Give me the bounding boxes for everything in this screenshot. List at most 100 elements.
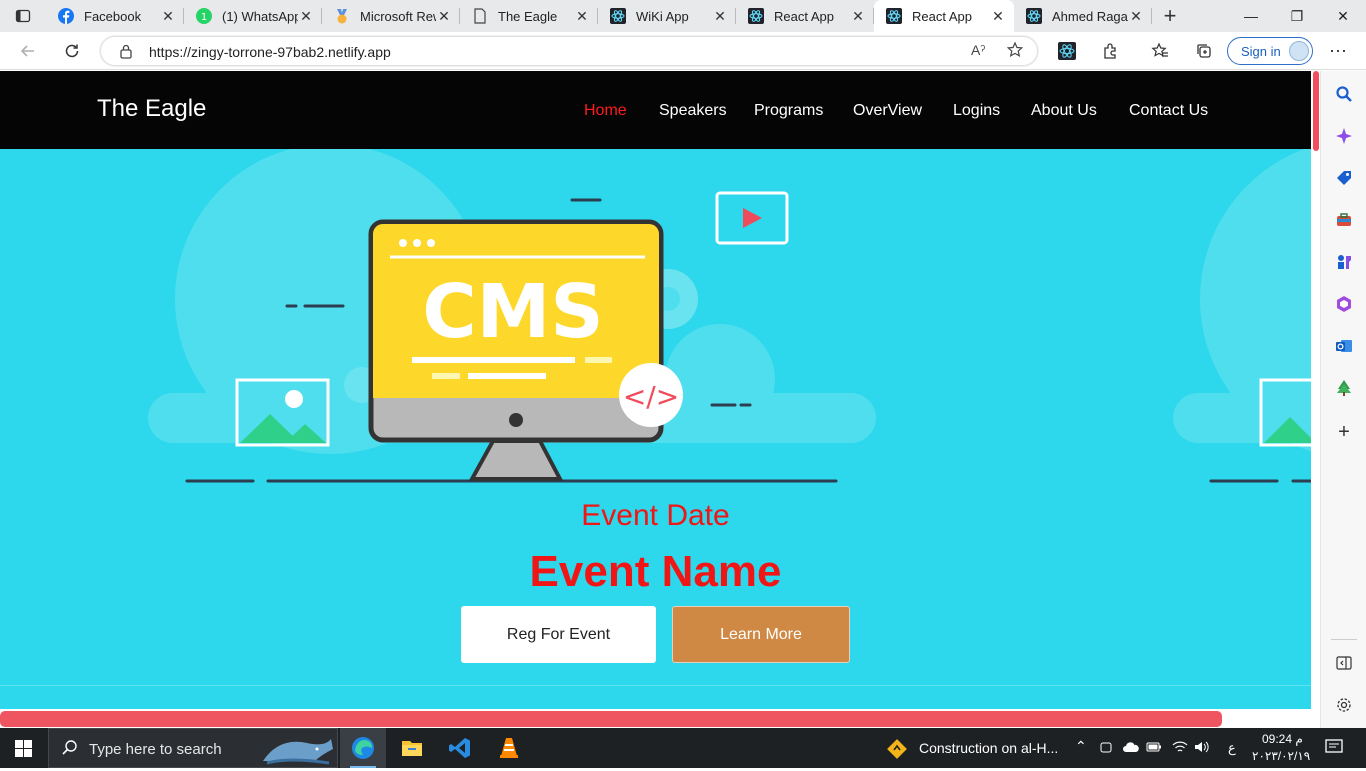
- browser-tab-title: (1) WhatsApp: [222, 8, 298, 24]
- horizontal-scroll-thumb[interactable]: [0, 711, 1222, 727]
- register-event-button[interactable]: Reg For Event: [461, 606, 656, 663]
- add-sidebar-item-icon[interactable]: +: [1334, 421, 1354, 443]
- url-text[interactable]: https://zingy-torrone-97bab2.netlify.app: [149, 44, 391, 60]
- battery-icon[interactable]: [1146, 740, 1162, 757]
- hide-sidebar-icon[interactable]: [1334, 653, 1354, 673]
- favorite-add-icon[interactable]: [1006, 41, 1024, 64]
- avatar: [1289, 41, 1309, 61]
- lock-icon[interactable]: [119, 43, 133, 64]
- vscode-icon[interactable]: [448, 736, 472, 765]
- vertical-scrollbar[interactable]: [1311, 71, 1320, 728]
- browser-tab[interactable]: The Eagle ✕: [460, 0, 598, 32]
- tab-actions-menu-icon[interactable]: [0, 0, 46, 32]
- nav-logins[interactable]: Logins: [953, 102, 1000, 120]
- file-explorer-icon[interactable]: [400, 736, 424, 765]
- restore-button[interactable]: ❐: [1274, 0, 1320, 32]
- learn-more-button[interactable]: Learn More: [672, 606, 850, 663]
- browser-tab-title: The Eagle: [498, 8, 558, 24]
- nav-contact-us[interactable]: Contact Us: [1129, 102, 1208, 120]
- browser-tab[interactable]: Facebook ✕: [46, 0, 184, 32]
- windows-taskbar: Type here to search Construction on al-H…: [0, 728, 1366, 768]
- extensions-icon[interactable]: [1096, 36, 1126, 66]
- tab-close-icon[interactable]: ✕: [712, 8, 728, 25]
- tab-close-icon[interactable]: ✕: [160, 8, 176, 25]
- tree-icon[interactable]: [1334, 378, 1354, 398]
- tab-close-icon[interactable]: ✕: [298, 8, 314, 25]
- meet-now-icon[interactable]: [1099, 740, 1113, 757]
- shopping-tag-icon[interactable]: [1334, 168, 1354, 188]
- sidebar-divider: [1331, 639, 1357, 640]
- react-devtools-icon[interactable]: [1052, 36, 1082, 66]
- address-bar[interactable]: https://zingy-torrone-97bab2.netlify.app…: [100, 36, 1038, 66]
- facebook-icon: [58, 8, 74, 24]
- show-hidden-icons-icon[interactable]: ⌃: [1075, 738, 1087, 755]
- windows-start-icon[interactable]: [15, 740, 32, 762]
- clock-time[interactable]: 09:24 م: [1262, 732, 1303, 746]
- back-icon[interactable]: [13, 36, 43, 66]
- volume-icon[interactable]: [1194, 740, 1210, 757]
- cms-text: CMS: [422, 269, 603, 355]
- browser-tab-title: Microsoft Rew: [360, 8, 436, 24]
- input-language-indicator[interactable]: ع: [1228, 740, 1236, 756]
- browser-tab[interactable]: WiKi App ✕: [598, 0, 736, 32]
- notifications-icon[interactable]: [1325, 738, 1343, 759]
- tab-close-icon[interactable]: ✕: [436, 8, 452, 25]
- sign-in-label: Sign in: [1241, 44, 1281, 59]
- svg-text:1: 1: [201, 12, 207, 23]
- games-chess-icon[interactable]: [1334, 252, 1354, 272]
- vertical-scroll-thumb[interactable]: [1313, 71, 1319, 151]
- tab-close-icon[interactable]: ✕: [850, 8, 866, 25]
- sign-in-button[interactable]: Sign in: [1227, 37, 1313, 65]
- onedrive-cloud-icon[interactable]: [1122, 740, 1140, 757]
- react-icon: [748, 8, 764, 24]
- settings-more-icon[interactable]: ⋯: [1323, 36, 1353, 66]
- sidebar-settings-gear-icon[interactable]: [1334, 695, 1354, 715]
- tools-briefcase-icon[interactable]: [1334, 210, 1354, 230]
- read-aloud-icon[interactable]: Aˀ: [971, 42, 985, 58]
- tab-close-icon[interactable]: ✕: [1128, 8, 1144, 25]
- react-icon: [1026, 8, 1042, 24]
- nav-home[interactable]: Home: [584, 102, 627, 120]
- taskbar-search-box[interactable]: Type here to search: [48, 728, 338, 768]
- website-viewport: The Eagle Home Speakers Programs OverVie…: [0, 71, 1311, 728]
- event-name: Event Name: [529, 547, 782, 596]
- whale-search-highlight-icon[interactable]: [259, 731, 337, 767]
- tab-close-icon[interactable]: ✕: [574, 8, 590, 25]
- nav-about-us[interactable]: About Us: [1031, 102, 1097, 120]
- taskbar-edge-app[interactable]: [340, 728, 386, 768]
- taskbar-search-placeholder: Type here to search: [89, 741, 222, 758]
- clock-date[interactable]: ٢٠٢٣/٠٢/١٩: [1252, 749, 1310, 763]
- minimize-button[interactable]: —: [1228, 0, 1274, 32]
- tab-close-icon[interactable]: ✕: [990, 8, 1006, 25]
- browser-tab[interactable]: React App ✕: [736, 0, 874, 32]
- wifi-icon[interactable]: [1172, 740, 1188, 757]
- traffic-warning-icon[interactable]: [886, 738, 908, 765]
- nav-speakers[interactable]: Speakers: [659, 102, 727, 120]
- site-brand[interactable]: The Eagle: [97, 95, 206, 123]
- browser-tab-title: React App: [774, 8, 834, 24]
- browser-tab[interactable]: 1 (1) WhatsApp ✕: [184, 0, 322, 32]
- search-icon[interactable]: [1334, 84, 1354, 104]
- browser-tab-title: WiKi App: [636, 8, 689, 24]
- nav-programs[interactable]: Programs: [754, 102, 823, 120]
- browser-tab[interactable]: React App ✕: [874, 0, 1014, 32]
- new-tab-button[interactable]: +: [1152, 3, 1188, 29]
- copilot-sparkle-icon[interactable]: [1334, 126, 1354, 146]
- refresh-icon[interactable]: [57, 36, 87, 66]
- search-glass-icon: [61, 739, 79, 761]
- microsoft365-icon[interactable]: [1334, 294, 1354, 314]
- news-weather-text[interactable]: Construction on al-H...: [919, 740, 1058, 756]
- outlook-icon[interactable]: [1334, 336, 1354, 356]
- edge-browser-icon: [352, 737, 374, 759]
- nav-overview[interactable]: OverView: [853, 102, 922, 120]
- browser-tab[interactable]: Microsoft Rew ✕: [322, 0, 460, 32]
- browser-tab-strip: Facebook ✕ 1 (1) WhatsApp ✕ Microsoft Rew ✕ The…: [0, 0, 1366, 32]
- close-window-button[interactable]: ✕: [1320, 0, 1366, 32]
- browser-tab[interactable]: Ahmed Ragab ✕: [1014, 0, 1152, 32]
- favorites-icon[interactable]: [1145, 36, 1175, 66]
- event-date: Event Date: [581, 499, 730, 532]
- browser-tab-title: React App: [912, 8, 972, 24]
- react-icon: [610, 8, 626, 24]
- vlc-icon[interactable]: [497, 736, 521, 765]
- collections-icon[interactable]: [1189, 36, 1219, 66]
